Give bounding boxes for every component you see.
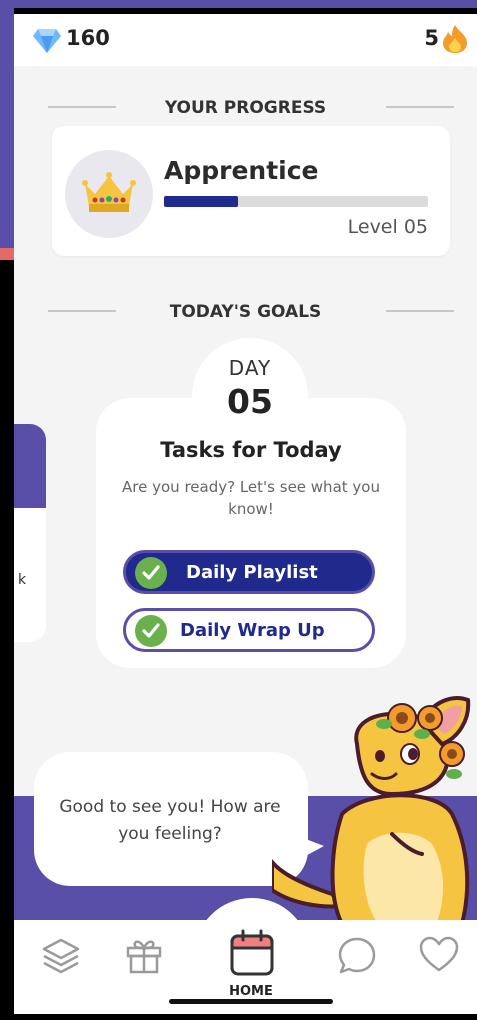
gift-icon[interactable] [123,934,165,976]
task-label: Daily Playlist [186,562,318,583]
task-label: Daily Wrap Up [180,620,325,641]
layers-icon[interactable] [40,934,82,976]
level-progress-fill [164,196,238,207]
top-bar: 160 5 [14,14,477,66]
flame-icon [443,25,467,53]
device-frame: 160 5 YOUR PROGRESS Apprentice Level 05 … [0,0,477,1020]
nav-home-label[interactable]: HOME [214,984,288,999]
heart-icon[interactable] [418,934,460,976]
goals-header: TODAY'S GOALS [169,302,322,322]
rank-badge [65,150,153,238]
mascot-message: Good to see you! How are you feeling? [59,797,281,844]
check-icon [135,615,167,647]
rank-title: Apprentice [164,156,319,185]
tasks-subtitle: Are you ready? Let's see what you know! [122,478,380,518]
level-label: Level 05 [347,216,428,238]
level-progress-bar [164,196,428,207]
previous-day-card-header [14,424,46,508]
chat-icon[interactable] [336,934,378,976]
daily-playlist-button[interactable]: Daily Playlist [123,550,375,594]
gem-count: 160 [66,26,110,50]
background-strip [0,0,477,8]
daily-wrap-up-button[interactable]: Daily Wrap Up [123,608,375,652]
calendar-icon[interactable] [229,928,275,978]
day-number: 05 [227,382,273,421]
crown-icon [82,172,136,212]
background-strip-left [0,8,14,248]
progress-header: YOUR PROGRESS [164,98,327,118]
day-label: DAY [228,356,272,380]
streak-count: 5 [424,26,439,50]
home-indicator [169,999,333,1004]
app-screen: 160 5 YOUR PROGRESS Apprentice Level 05 … [14,14,477,1014]
check-icon [135,557,167,589]
gem-icon [33,29,61,53]
background-accent [0,248,14,260]
progress-card[interactable]: Apprentice Level 05 [52,126,450,256]
previous-day-card-text: k [18,572,27,588]
kangaroo-mascot-icon[interactable] [272,694,477,934]
previous-day-card[interactable]: k [14,424,46,642]
tasks-title: Tasks for Today [160,438,342,462]
